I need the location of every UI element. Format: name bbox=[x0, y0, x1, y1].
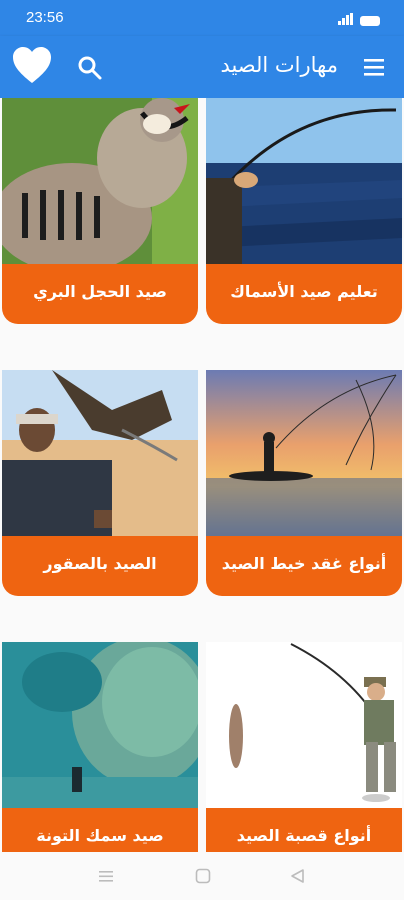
status-time: 23:56 bbox=[26, 9, 64, 26]
system-nav-bar bbox=[0, 852, 404, 900]
heart-icon[interactable] bbox=[10, 44, 54, 88]
card-label: أنواع غقد خيط الصيد bbox=[206, 536, 402, 596]
topics-grid: تعليم صيد الأسماك صيد الحجل البري أنواع … bbox=[0, 98, 404, 858]
card-label: صيد سمك التونة bbox=[2, 808, 198, 858]
card-label: أنواع قصبة الصيد bbox=[206, 808, 402, 858]
app-bar: مهارات الصيد bbox=[0, 36, 404, 98]
card-image bbox=[2, 642, 198, 808]
card-image bbox=[206, 642, 402, 808]
card-label: الصيد بالصقور bbox=[2, 536, 198, 596]
card-image bbox=[206, 370, 402, 536]
status-bar: 23:56 bbox=[0, 0, 404, 36]
card-falconry[interactable]: الصيد بالصقور bbox=[2, 370, 198, 596]
card-image bbox=[2, 98, 198, 264]
signal-icon bbox=[338, 13, 353, 25]
card-label: صيد الحجل البري bbox=[2, 264, 198, 324]
search-icon[interactable] bbox=[76, 54, 104, 82]
page-title: مهارات الصيد bbox=[220, 53, 338, 77]
card-label: تعليم صيد الأسماك bbox=[206, 264, 402, 324]
card-tuna-fishing[interactable]: صيد سمك التونة bbox=[2, 642, 198, 858]
card-image bbox=[206, 98, 402, 264]
nav-home-icon[interactable] bbox=[193, 866, 213, 886]
battery-icon bbox=[360, 16, 380, 26]
card-fishing-lessons[interactable]: تعليم صيد الأسماك bbox=[206, 98, 402, 324]
nav-menu-icon[interactable] bbox=[96, 866, 116, 886]
nav-back-icon[interactable] bbox=[288, 866, 308, 886]
card-partridge-hunting[interactable]: صيد الحجل البري bbox=[2, 98, 198, 324]
card-fishing-knots[interactable]: أنواع غقد خيط الصيد bbox=[206, 370, 402, 596]
menu-icon[interactable] bbox=[362, 56, 386, 78]
card-fishing-rods[interactable]: أنواع قصبة الصيد bbox=[206, 642, 402, 858]
card-image bbox=[2, 370, 198, 536]
